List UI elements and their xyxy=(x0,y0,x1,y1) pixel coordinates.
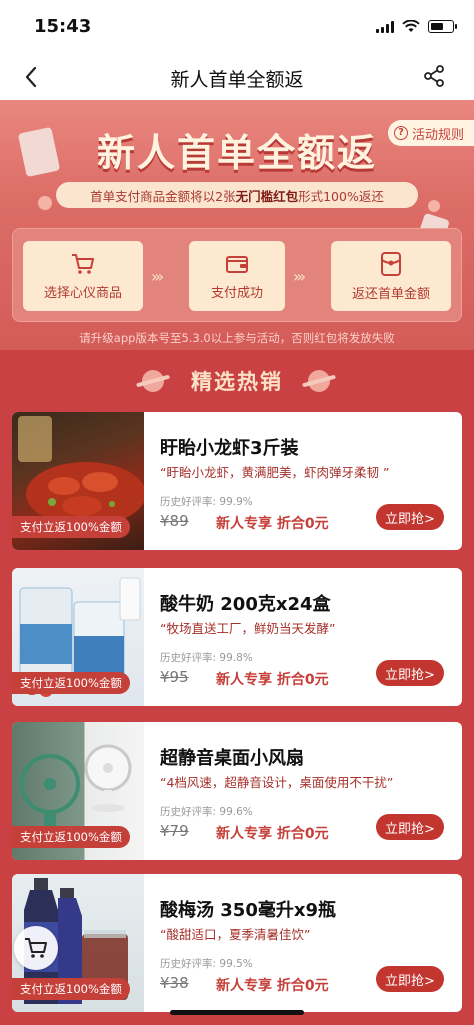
wifi-icon xyxy=(402,20,420,32)
product-rating: 历史好评率: 99.6% xyxy=(160,804,253,819)
planet-decoration xyxy=(308,370,330,392)
red-packet-icon xyxy=(381,251,401,276)
home-indicator xyxy=(170,1010,304,1015)
original-price: ¥79 xyxy=(160,822,189,840)
deal-text: 新人专享 折合0元 xyxy=(216,978,329,994)
original-price: ¥89 xyxy=(160,512,189,530)
product-desc: “牧场直送工厂，鲜奶当天发酵” xyxy=(160,621,336,636)
section-title: 精选热销 xyxy=(191,370,283,394)
rating-label: 历史好评率: xyxy=(160,806,217,818)
product-desc: “盱眙小龙虾，黄满肥美，虾肉弹牙柔韧 ” xyxy=(160,465,390,480)
deal-text: 新人专享 折合0元 xyxy=(216,516,329,532)
product-name: 超静音桌面小风扇 xyxy=(160,748,304,769)
hero-banner: 新人首单全额返 ? 活动规则 首单支付商品金额将以2张 无门槛红包 形式100%返还… xyxy=(0,100,474,350)
refund-badge: 支付立返100%金额 xyxy=(12,516,130,538)
subtitle-text: 首单支付商品金额将以2张 xyxy=(90,188,236,204)
status-icons xyxy=(376,20,457,33)
deal-text: 新人专享 折合0元 xyxy=(216,826,329,842)
buy-now-button[interactable]: 立即抢> xyxy=(376,966,444,992)
step-arrow-icon: ››› xyxy=(293,267,306,286)
buy-now-button[interactable]: 立即抢> xyxy=(376,504,444,530)
product-name: 酸牛奶 200克x24盒 xyxy=(160,594,331,615)
step-label: 返还首单金额 xyxy=(351,286,430,302)
rules-label: 活动规则 xyxy=(411,127,464,143)
status-time: 15:43 xyxy=(34,16,92,37)
step-pay-success: 支付成功 xyxy=(189,241,285,311)
cart-icon xyxy=(25,938,47,958)
coin-decoration xyxy=(38,196,52,210)
product-name: 盱眙小龙虾3斤装 xyxy=(160,438,299,459)
product-card[interactable]: 支付立返100%金额 酸梅汤 350毫升x9瓶 “酸甜适口，夏季清暑佳饮” 历史… xyxy=(12,874,462,1012)
product-rating: 历史好评率: 99.5% xyxy=(160,956,253,971)
steps-panel: 选择心仪商品 ››› 支付成功 ››› 返还首单金额 xyxy=(12,228,462,322)
share-icon[interactable] xyxy=(422,64,448,90)
product-card[interactable]: 支付立返100%金额 酸牛奶 200克x24盒 “牧场直送工厂，鲜奶当天发酵” … xyxy=(12,568,462,706)
step-select-product: 选择心仪商品 xyxy=(23,241,143,311)
product-rating: 历史好评率: 99.9% xyxy=(160,494,253,509)
rules-button[interactable]: ? 活动规则 xyxy=(387,120,474,146)
product-desc: “4档风速，超静音设计，桌面使用不干扰” xyxy=(160,775,394,790)
subtitle-text: 形式100%返还 xyxy=(298,188,384,204)
product-card[interactable]: 支付立返100%金额 超静音桌面小风扇 “4档风速，超静音设计，桌面使用不干扰”… xyxy=(12,722,462,860)
rating-value: 99.9% xyxy=(219,496,253,508)
product-card[interactable]: 支付立返100%金额 盱眙小龙虾3斤装 “盱眙小龙虾，黄满肥美，虾肉弹牙柔韧 ”… xyxy=(12,412,462,550)
buy-now-button[interactable]: 立即抢> xyxy=(376,660,444,686)
page-title: 新人首单全额返 xyxy=(170,69,304,91)
coin-decoration xyxy=(428,200,440,212)
refund-badge: 支付立返100%金额 xyxy=(12,672,130,694)
original-price: ¥95 xyxy=(160,668,189,686)
rating-label: 历史好评率: xyxy=(160,496,217,508)
step-label: 选择心仪商品 xyxy=(43,285,122,301)
floating-cart-button[interactable] xyxy=(14,926,58,970)
product-desc: “酸甜适口，夏季清暑佳饮” xyxy=(160,927,311,942)
refund-badge: 支付立返100%金额 xyxy=(12,826,130,848)
step-refund: 返还首单金额 xyxy=(331,241,451,311)
wallet-icon xyxy=(226,255,248,273)
signal-icon xyxy=(376,20,394,33)
product-name: 酸梅汤 350毫升x9瓶 xyxy=(160,900,336,921)
step-arrow-icon: ››› xyxy=(151,267,164,286)
refund-badge: 支付立返100%金额 xyxy=(12,978,130,1000)
original-price: ¥38 xyxy=(160,974,189,992)
cart-icon xyxy=(72,253,94,274)
rating-value: 99.8% xyxy=(219,652,253,664)
rating-value: 99.5% xyxy=(219,958,253,970)
nav-bar: 新人首单全额返 xyxy=(0,54,474,100)
product-rating: 历史好评率: 99.8% xyxy=(160,650,253,665)
rating-label: 历史好评率: xyxy=(160,958,217,970)
step-label: 支付成功 xyxy=(210,285,263,301)
rating-value: 99.6% xyxy=(219,806,253,818)
buy-now-button[interactable]: 立即抢> xyxy=(376,814,444,840)
rating-label: 历史好评率: xyxy=(160,652,217,664)
battery-icon xyxy=(428,20,457,33)
status-bar: 15:43 xyxy=(0,0,474,54)
subtitle-highlight: 无门槛红包 xyxy=(235,188,299,204)
question-icon: ? xyxy=(393,126,408,140)
deal-text: 新人专享 折合0元 xyxy=(216,672,329,688)
hero-subtitle: 首单支付商品金额将以2张 无门槛红包 形式100%返还 xyxy=(56,182,418,208)
upgrade-notice: 请升级app版本号至5.3.0以上参与活动，否则红包将发放失败 xyxy=(79,331,395,345)
